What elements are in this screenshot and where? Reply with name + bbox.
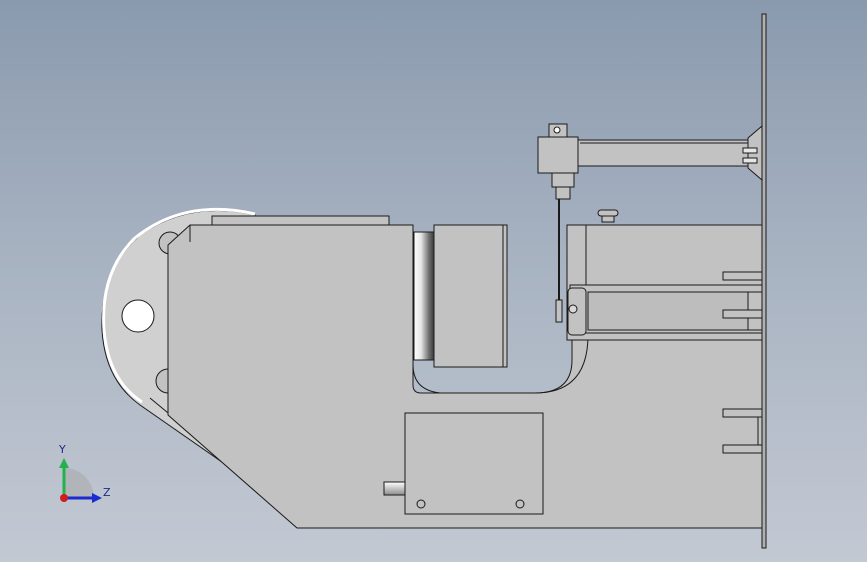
clamp-slider-pin — [568, 304, 578, 314]
control-box-screw-right — [515, 499, 525, 509]
z-axis-arrow — [92, 493, 102, 503]
die-block — [433, 224, 508, 368]
sensor-probe-tip — [555, 299, 563, 323]
control-box — [404, 412, 544, 515]
back-mounting-plate — [761, 13, 767, 549]
top-cover-plate — [211, 215, 390, 226]
top-screw-head — [597, 209, 619, 217]
triad-y-label: Y — [59, 443, 66, 456]
bracket-slot-top — [742, 147, 758, 154]
triad-z-label: Z — [103, 486, 111, 499]
model-view[interactable] — [0, 0, 867, 562]
sensor-cap-hole — [553, 126, 561, 134]
hinge-hole-middle — [121, 299, 155, 333]
side-slot-3 — [722, 408, 763, 418]
cylinder-roller — [413, 231, 435, 361]
side-slot-2 — [722, 309, 763, 319]
sensor-collar — [555, 186, 571, 200]
y-axis-arrow — [59, 458, 69, 468]
top-screw-shank — [601, 215, 615, 223]
control-box-screw-left — [416, 499, 426, 509]
bracket-arm — [577, 139, 750, 167]
bracket-slot-bottom — [742, 157, 758, 164]
side-slot-4 — [722, 444, 763, 454]
x-axis-dot — [60, 494, 68, 502]
sensor-nut — [551, 172, 575, 188]
side-pin — [383, 481, 406, 496]
side-slot-1 — [722, 271, 763, 281]
cad-viewport[interactable]: Y Z — [0, 0, 867, 562]
sensor-head — [537, 136, 579, 174]
triad-quadrant — [64, 468, 94, 498]
